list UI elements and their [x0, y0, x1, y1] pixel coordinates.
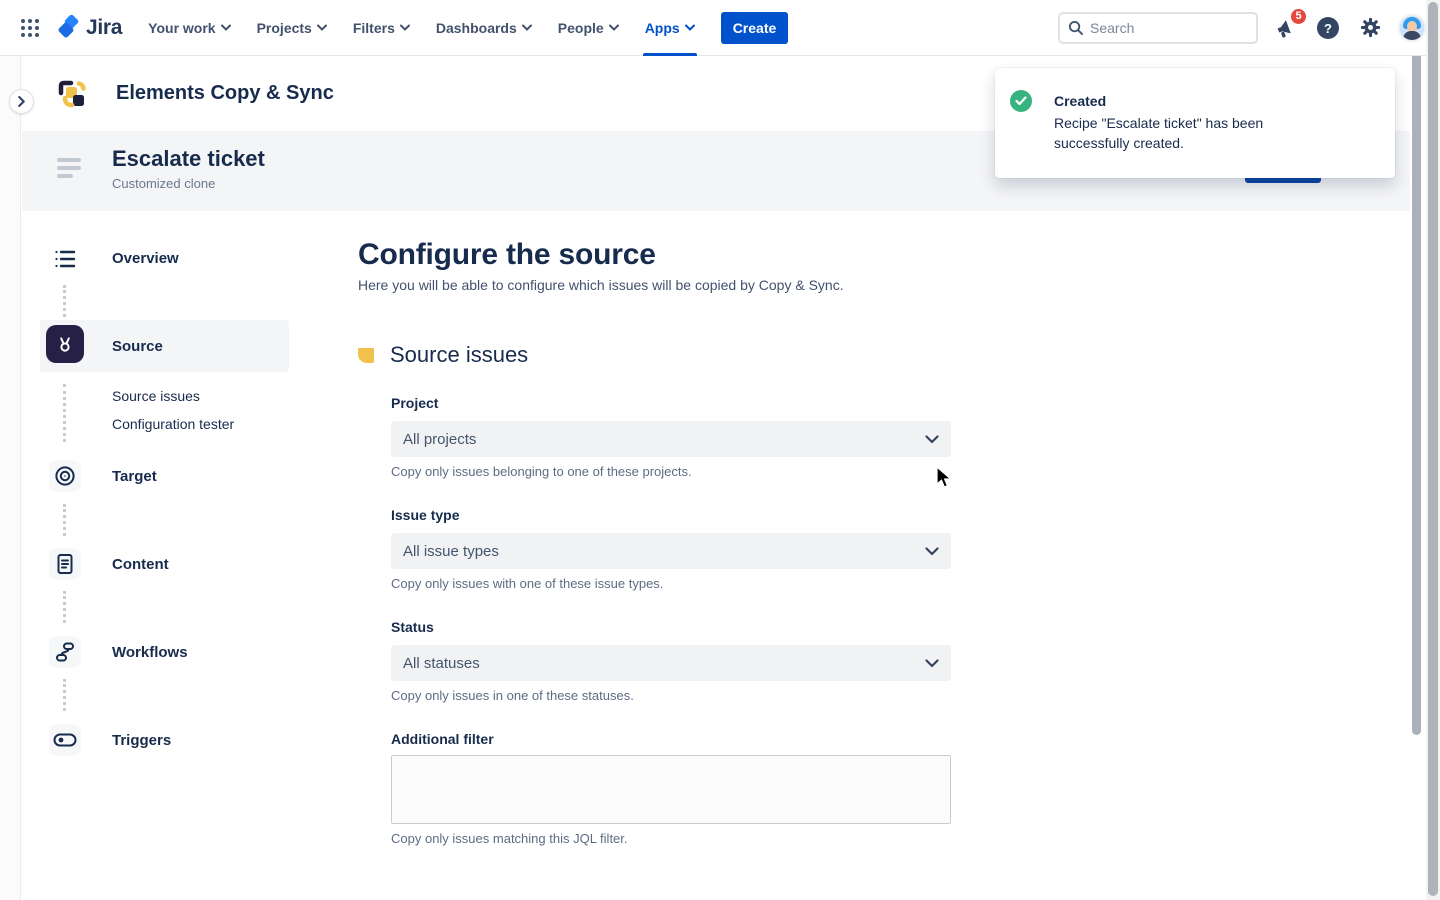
- gear-icon: [1359, 16, 1382, 39]
- workflows-step-icon[interactable]: [49, 636, 81, 668]
- nav-apps[interactable]: Apps: [635, 0, 705, 56]
- sidebar-step-workflows[interactable]: Workflows: [112, 644, 188, 661]
- step-connector: [63, 679, 66, 711]
- chevron-down-icon: [522, 24, 532, 31]
- jira-logo[interactable]: Jira: [52, 15, 132, 41]
- sidebar-collapse-button[interactable]: [9, 89, 34, 114]
- toast-title: Created: [1054, 93, 1106, 109]
- sidebar-subitem-configuration-tester[interactable]: Configuration tester: [112, 416, 234, 432]
- success-toast: Created Recipe "Escalate ticket" has bee…: [995, 68, 1395, 178]
- step-connector: [63, 504, 66, 536]
- chevron-down-icon: [925, 659, 939, 668]
- app-switcher-icon[interactable]: [14, 12, 46, 44]
- app-title: Elements Copy & Sync: [116, 82, 334, 105]
- chevron-down-icon: [925, 547, 939, 556]
- source-hook-icon: [55, 334, 75, 354]
- issue-type-select[interactable]: All issue types: [391, 533, 951, 569]
- project-select-value: All projects: [403, 431, 476, 448]
- jira-app-window: Jira Your work Projects Filters Dashboar…: [0, 0, 1440, 900]
- substep-connector: [63, 384, 66, 442]
- jira-mark-icon: [56, 15, 82, 41]
- status-select[interactable]: All statuses: [391, 645, 951, 681]
- step-connector: [63, 285, 66, 317]
- chevron-down-icon: [609, 24, 619, 31]
- sidebar-step-overview[interactable]: Overview: [112, 250, 179, 267]
- avatar-face: [1407, 21, 1417, 32]
- project-select[interactable]: All projects: [391, 421, 951, 457]
- project-field-label: Project: [391, 395, 438, 411]
- notification-count-badge: 5: [1289, 7, 1308, 26]
- list-icon: [54, 249, 76, 269]
- window-scrollbar-thumb[interactable]: [1428, 2, 1438, 896]
- additional-filter-label: Additional filter: [391, 731, 494, 747]
- source-step-icon[interactable]: [46, 325, 84, 363]
- svg-text:?: ?: [1324, 21, 1332, 36]
- sidebar-step-triggers[interactable]: Triggers: [112, 732, 171, 749]
- page-subtitle: Here you will be able to configure which…: [358, 277, 844, 293]
- mouse-cursor: [936, 466, 954, 495]
- status-select-value: All statuses: [403, 655, 480, 672]
- recipe-title: Escalate ticket: [112, 146, 265, 172]
- chevron-down-icon: [221, 24, 231, 31]
- issue-type-help-text: Copy only issues with one of these issue…: [391, 576, 663, 591]
- chevron-right-icon: [17, 96, 26, 107]
- create-button[interactable]: Create: [721, 12, 789, 44]
- chevron-down-icon: [685, 24, 695, 31]
- section-title: Source issues: [390, 342, 528, 368]
- chevron-down-icon: [317, 24, 327, 31]
- notifications-button[interactable]: 5: [1272, 14, 1300, 42]
- help-button[interactable]: ?: [1314, 14, 1342, 42]
- status-field-label: Status: [391, 619, 434, 635]
- target-icon: [54, 465, 76, 487]
- drag-handle-icon[interactable]: [57, 158, 83, 182]
- chevron-down-icon: [925, 435, 939, 444]
- additional-filter-help-text: Copy only issues matching this JQL filte…: [391, 831, 628, 846]
- section-yellow-icon: [358, 348, 374, 363]
- nav-people[interactable]: People: [548, 0, 629, 56]
- additional-filter-input[interactable]: [391, 755, 951, 824]
- workflow-icon: [54, 641, 76, 663]
- overview-step-icon[interactable]: [49, 243, 81, 275]
- elements-copy-sync-logo-icon: [52, 74, 92, 114]
- avatar-body: [1403, 31, 1421, 42]
- window-scrollbar-track: [1426, 0, 1440, 900]
- toggle-icon: [53, 732, 77, 748]
- page-title: Configure the source: [358, 238, 656, 272]
- global-search[interactable]: [1058, 12, 1258, 44]
- success-check-icon: [1010, 90, 1032, 112]
- user-avatar[interactable]: [1398, 14, 1426, 42]
- top-navigation-bar: Jira Your work Projects Filters Dashboar…: [0, 0, 1440, 56]
- content-scrollbar-thumb[interactable]: [1412, 35, 1421, 735]
- project-help-text: Copy only issues belonging to one of the…: [391, 464, 692, 479]
- nav-filters[interactable]: Filters: [343, 0, 420, 56]
- recipe-subtitle: Customized clone: [112, 176, 215, 191]
- nav-projects[interactable]: Projects: [247, 0, 337, 56]
- nav-your-work[interactable]: Your work: [138, 0, 240, 56]
- left-page-gutter: [0, 56, 21, 900]
- sidebar-subitem-source-issues[interactable]: Source issues: [112, 388, 200, 404]
- issue-type-select-value: All issue types: [403, 543, 499, 560]
- document-icon: [55, 553, 75, 575]
- toast-message: Recipe "Escalate ticket" has been succes…: [1054, 113, 1289, 153]
- sidebar-step-content[interactable]: Content: [112, 556, 169, 573]
- nav-dashboards[interactable]: Dashboards: [426, 0, 542, 56]
- question-mark-icon: ?: [1316, 16, 1340, 40]
- chevron-down-icon: [400, 24, 410, 31]
- sidebar-step-target[interactable]: Target: [112, 468, 157, 485]
- search-icon: [1068, 20, 1083, 35]
- search-input[interactable]: [1090, 20, 1240, 36]
- target-step-icon[interactable]: [49, 460, 81, 492]
- settings-button[interactable]: [1356, 14, 1384, 42]
- issue-type-field-label: Issue type: [391, 507, 459, 523]
- jira-logo-text: Jira: [86, 16, 122, 40]
- step-connector: [63, 591, 66, 623]
- triggers-step-icon[interactable]: [49, 724, 81, 756]
- status-help-text: Copy only issues in one of these statuse…: [391, 688, 634, 703]
- content-step-icon[interactable]: [49, 548, 81, 580]
- sidebar-step-source[interactable]: Source: [112, 338, 163, 355]
